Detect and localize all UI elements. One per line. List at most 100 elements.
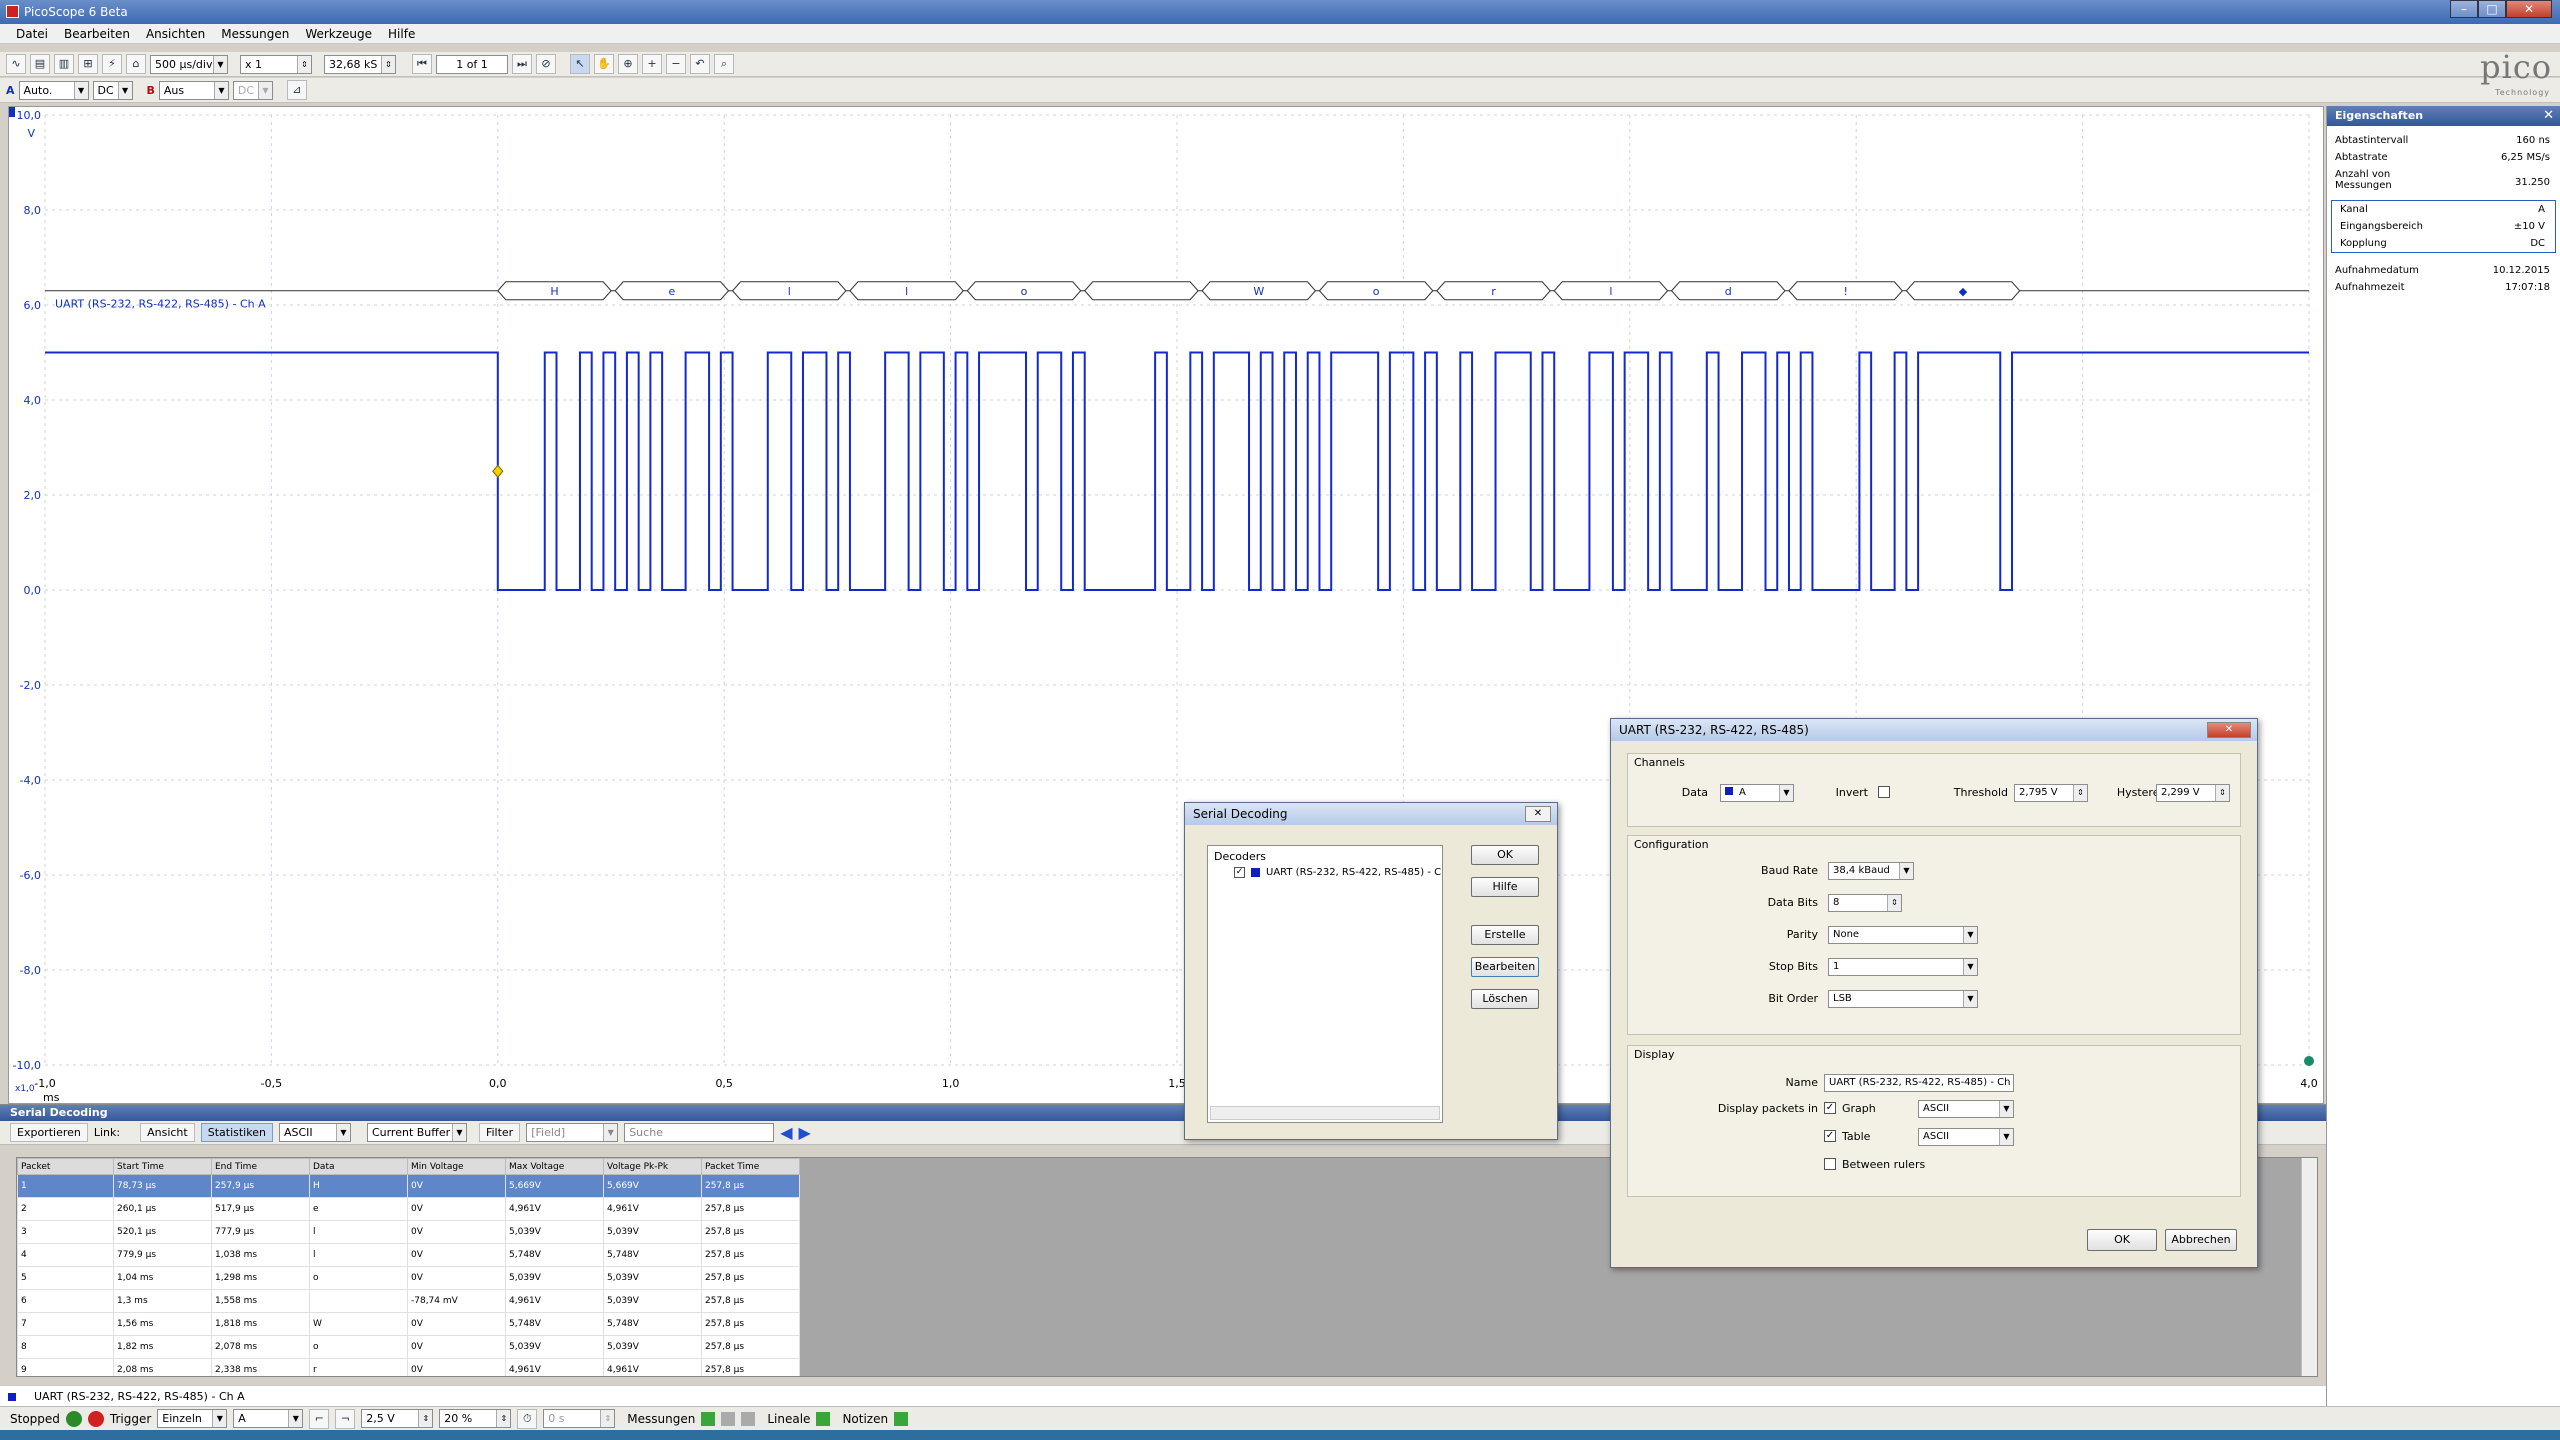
close-window-button[interactable]: ✕: [2506, 0, 2552, 18]
close-icon[interactable]: ✕: [2543, 106, 2554, 126]
menu-werkzeuge[interactable]: Werkzeuge: [305, 27, 372, 41]
trigger-level-input[interactable]: 2,5 V ⇕: [361, 1409, 434, 1428]
ok-button[interactable]: OK: [2087, 1229, 2157, 1251]
cancel-button[interactable]: Abbrechen: [2165, 1229, 2237, 1251]
stop-icon[interactable]: ⊘: [536, 54, 556, 74]
remove-measurement-icon[interactable]: [721, 1411, 736, 1426]
menu-hilfe[interactable]: Hilfe: [388, 27, 415, 41]
create-button[interactable]: Erstelle: [1471, 925, 1539, 945]
edit-button[interactable]: Bearbeiten: [1471, 957, 1539, 977]
format-select[interactable]: ASCII ▼: [278, 1123, 351, 1142]
samples-select[interactable]: 32,68 kS ⇕: [324, 54, 396, 74]
spectrum-mode-icon[interactable]: ▥: [54, 54, 74, 74]
column-header[interactable]: Min Voltage: [407, 1158, 506, 1175]
undo-zoom-icon[interactable]: ↶: [690, 54, 710, 74]
table-row[interactable]: 4 779,9 µs 1,038 ms l 0V 5,748V 5,748V 257,8 µs: [17, 1243, 800, 1267]
column-header[interactable]: End Time: [211, 1158, 310, 1175]
bit-order-select[interactable]: LSB ▼: [1828, 990, 1978, 1008]
hand-tool-icon[interactable]: ✋: [594, 54, 614, 74]
timebase-select[interactable]: 500 µs/div ▼: [150, 54, 228, 74]
graph-checkbox[interactable]: ✓: [1824, 1102, 1836, 1114]
rulers-icon[interactable]: [816, 1411, 831, 1426]
help-button[interactable]: Hilfe: [1471, 877, 1539, 897]
table-row[interactable]: 7 1,56 ms 1,818 ms W 0V 5,748V 5,748V 257,8 µs: [17, 1312, 800, 1336]
search-prev-icon[interactable]: ◀: [780, 1123, 792, 1142]
trigger-channel-select[interactable]: A ▼: [233, 1409, 304, 1428]
xy-mode-icon[interactable]: ⊞: [78, 54, 98, 74]
decoder-name-input[interactable]: UART (RS-232, RS-422, RS-485) - Ch A: [1824, 1074, 2014, 1092]
zoom-out-icon[interactable]: −: [666, 54, 686, 74]
table-row[interactable]: 8 1,82 ms 2,078 ms o 0V 5,039V 5,039V 257,8 µs: [17, 1335, 800, 1359]
buffer-next-icon[interactable]: ⏭: [512, 54, 532, 74]
channel-options-icon[interactable]: ⊿: [286, 80, 307, 100]
zoom-in-icon[interactable]: +: [642, 54, 662, 74]
export-button[interactable]: Exportieren: [10, 1123, 88, 1142]
zoom-area-icon[interactable]: ⊕: [618, 54, 638, 74]
falling-edge-icon[interactable]: ¬: [335, 1408, 356, 1429]
channel-a-range[interactable]: Auto. ▼: [18, 80, 89, 100]
menu-datei[interactable]: Datei: [16, 27, 48, 41]
table-format-select[interactable]: ASCII ▼: [1918, 1128, 2014, 1146]
edit-measurement-icon[interactable]: [741, 1411, 756, 1426]
ok-button[interactable]: OK: [1471, 845, 1539, 865]
table-row[interactable]: 5 1,04 ms 1,298 ms o 0V 5,039V 5,039V 257,8 µs: [17, 1266, 800, 1290]
decoder-checkbox[interactable]: ✓: [1234, 867, 1245, 878]
persistence-mode-icon[interactable]: ▤: [30, 54, 50, 74]
column-header[interactable]: Voltage Pk-Pk: [603, 1158, 702, 1175]
minimize-button[interactable]: –: [2450, 0, 2478, 18]
view-button[interactable]: Ansicht: [140, 1123, 195, 1142]
parity-select[interactable]: None ▼: [1828, 926, 1978, 944]
menu-messungen[interactable]: Messungen: [221, 27, 289, 41]
field-select[interactable]: [Field] ▼: [526, 1123, 619, 1142]
buffer-select[interactable]: Current Buffer ▼: [366, 1123, 467, 1142]
home-icon[interactable]: ⌂: [126, 54, 146, 74]
search-next-icon[interactable]: ▶: [799, 1123, 811, 1142]
scope-mode-icon[interactable]: ∿: [6, 54, 26, 74]
close-dialog-button[interactable]: ✕: [2207, 722, 2251, 738]
threshold-input[interactable]: 2,795 V ⇕: [2014, 784, 2088, 802]
column-header[interactable]: Packet Time: [701, 1158, 800, 1175]
zoom-overview-icon[interactable]: ⌕: [714, 54, 734, 74]
probe-icon[interactable]: ⚡: [102, 54, 122, 74]
between-rulers-checkbox[interactable]: [1824, 1158, 1836, 1170]
statistics-button[interactable]: Statistiken: [200, 1123, 273, 1142]
pointer-tool-icon[interactable]: ↖: [570, 54, 590, 74]
pretrigger-input[interactable]: 20 % ⇕: [439, 1409, 512, 1428]
channel-b-coupling[interactable]: DC ▼: [232, 80, 273, 100]
column-header[interactable]: Start Time: [113, 1158, 212, 1175]
delay-input[interactable]: 0 s ⇕: [543, 1409, 616, 1428]
hysteresis-input[interactable]: 2,299 V ⇕: [2156, 784, 2230, 802]
menu-bearbeiten[interactable]: Bearbeiten: [64, 27, 130, 41]
column-header[interactable]: Data: [309, 1158, 408, 1175]
column-header[interactable]: Packet: [17, 1158, 114, 1175]
table-scrollbar[interactable]: [2301, 1158, 2317, 1376]
maximize-button[interactable]: □: [2478, 0, 2506, 18]
table-checkbox[interactable]: ✓: [1824, 1130, 1836, 1142]
column-header[interactable]: Max Voltage: [505, 1158, 604, 1175]
run-icon[interactable]: [65, 1410, 82, 1427]
rising-edge-icon[interactable]: ⌐: [309, 1408, 330, 1429]
menu-ansichten[interactable]: Ansichten: [146, 27, 205, 41]
delete-button[interactable]: Löschen: [1471, 989, 1539, 1009]
decoders-list[interactable]: Decoders ✓ UART (RS-232, RS-422, RS-485)…: [1207, 845, 1443, 1123]
table-row[interactable]: 1 78,73 µs 257,9 µs H 0V 5,669V 5,669V 257,8 µs: [17, 1174, 800, 1198]
channel-a-label[interactable]: A: [6, 84, 15, 97]
close-dialog-button[interactable]: ✕: [1525, 806, 1551, 822]
table-row[interactable]: 6 1,3 ms 1,558 ms -78,74 mV 4,961V 5,039V 257,…: [17, 1289, 800, 1313]
table-row[interactable]: 3 520,1 µs 777,9 µs l 0V 5,039V 5,039V 257,8 µs: [17, 1220, 800, 1244]
channel-b-label[interactable]: B: [147, 84, 155, 97]
trigger-mode-select[interactable]: Einzeln ▼: [157, 1409, 228, 1428]
invert-checkbox[interactable]: [1878, 786, 1890, 798]
channel-b-range[interactable]: Aus ▼: [158, 80, 229, 100]
window-title-bar[interactable]: PicoScope 6 Beta – □ ✕: [0, 0, 2560, 24]
filter-button[interactable]: Filter: [478, 1123, 521, 1142]
data-bits-input[interactable]: 8 ⇕: [1828, 894, 1902, 912]
delay-icon[interactable]: ⏱: [517, 1408, 538, 1429]
buffer-first-icon[interactable]: ⏮: [412, 54, 432, 74]
graph-format-select[interactable]: ASCII ▼: [1918, 1100, 2014, 1118]
baud-rate-select[interactable]: 38,4 kBaud ▼: [1828, 862, 1914, 880]
search-input[interactable]: Suche: [624, 1123, 775, 1142]
table-row[interactable]: 2 260,1 µs 517,9 µs e 0V 4,961V 4,961V 257,8 µs: [17, 1197, 800, 1221]
decoder-item[interactable]: ✓ UART (RS-232, RS-422, RS-485) - C: [1208, 867, 1442, 878]
table-row[interactable]: 9 2,08 ms 2,338 ms r 0V 4,961V 4,961V 257,8 µs: [17, 1358, 800, 1376]
